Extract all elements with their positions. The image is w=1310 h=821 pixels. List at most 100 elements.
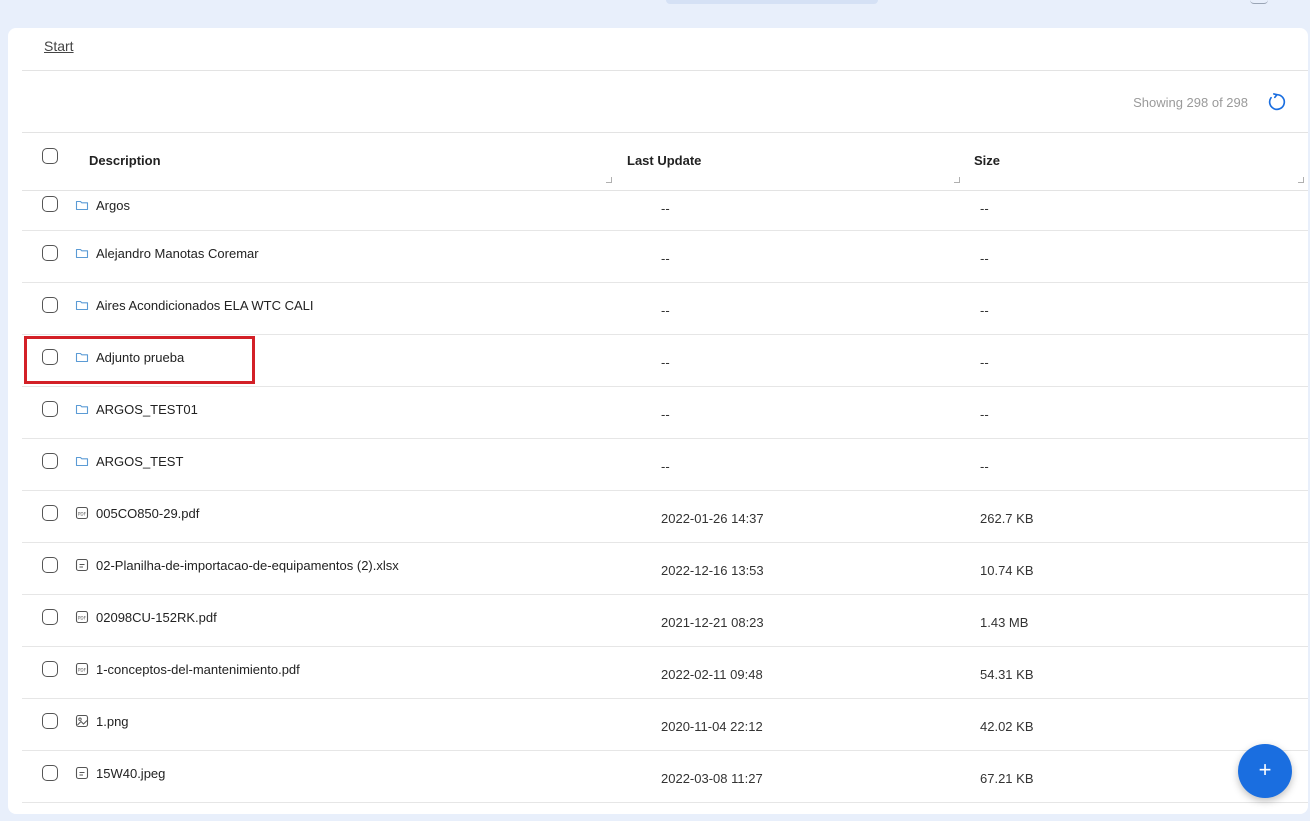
row-name-cell[interactable]: 02-Planilha-de-importacao-de-equipamento… xyxy=(75,556,399,574)
pdf-file-icon: PDF xyxy=(75,506,89,520)
divider xyxy=(22,70,1308,71)
row-checkbox[interactable] xyxy=(42,661,58,677)
top-corner xyxy=(1250,0,1268,4)
row-checkbox[interactable] xyxy=(42,505,58,521)
row-size: -- xyxy=(980,303,989,318)
row-last-update: 2020-11-04 22:12 xyxy=(661,719,763,734)
row-checkbox[interactable] xyxy=(42,297,58,313)
breadcrumb-start[interactable]: Start xyxy=(44,38,74,58)
row-name-cell[interactable]: PDF 1-conceptos-del-mantenimiento.pdf xyxy=(75,660,300,678)
row-name-cell[interactable]: PDF 005CO850-29.pdf xyxy=(75,504,199,522)
table-body: Argos -- -- Alejandro Manotas Coremar -- -- Ai… xyxy=(22,191,1308,803)
folder-icon xyxy=(75,198,89,212)
document-file-icon xyxy=(75,558,89,572)
row-checkbox[interactable] xyxy=(42,765,58,781)
item-count: Showing 298 of 298 xyxy=(1133,94,1248,110)
row-name: Aires Acondicionados ELA WTC CALI xyxy=(96,297,314,313)
table-row[interactable]: ARGOS_TEST01 -- -- xyxy=(22,387,1308,439)
row-name: Alejandro Manotas Coremar xyxy=(96,245,259,261)
row-name-cell[interactable]: PDF 02098CU-152RK.pdf xyxy=(75,608,217,626)
column-resize-handle[interactable] xyxy=(606,177,612,183)
row-size: 1.43 MB xyxy=(980,615,1029,630)
column-description[interactable]: Description xyxy=(89,153,161,168)
table-row[interactable]: Alejandro Manotas Coremar -- -- xyxy=(22,231,1308,283)
row-name-cell[interactable]: Argos xyxy=(75,196,130,214)
svg-text:PDF: PDF xyxy=(78,512,87,517)
row-size: -- xyxy=(980,407,989,422)
table-row[interactable]: Aires Acondicionados ELA WTC CALI -- -- xyxy=(22,283,1308,335)
table-row[interactable]: 15W40.jpeg 2022-03-08 11:27 67.21 KB xyxy=(22,751,1308,803)
row-last-update: 2022-12-16 13:53 xyxy=(661,563,764,578)
row-name: 02098CU-152RK.pdf xyxy=(96,609,217,625)
column-resize-handle[interactable] xyxy=(1298,177,1304,183)
table-row[interactable]: 02-Planilha-de-importacao-de-equipamento… xyxy=(22,543,1308,595)
add-button[interactable]: + xyxy=(1238,744,1292,798)
select-all-checkbox[interactable] xyxy=(42,148,58,164)
row-checkbox[interactable] xyxy=(42,609,58,625)
row-last-update: -- xyxy=(661,201,670,216)
row-size: 262.7 KB xyxy=(980,511,1034,526)
row-checkbox[interactable] xyxy=(42,349,58,365)
row-name: 005CO850-29.pdf xyxy=(96,505,200,521)
row-size: 54.31 KB xyxy=(980,667,1034,682)
row-last-update: 2022-01-26 14:37 xyxy=(661,511,764,526)
row-name-cell[interactable]: ARGOS_TEST xyxy=(75,452,183,470)
row-name: 15W40.jpeg xyxy=(96,765,166,781)
row-last-update: -- xyxy=(661,303,670,318)
row-name: Adjunto prueba xyxy=(96,349,185,365)
table-row[interactable]: 1.png 2020-11-04 22:12 42.02 KB xyxy=(22,699,1308,751)
folder-icon xyxy=(75,402,89,416)
row-size: 67.21 KB xyxy=(980,771,1034,786)
table-row[interactable]: PDF 1-conceptos-del-mantenimiento.pdf 2022… xyxy=(22,647,1308,699)
folder-icon xyxy=(75,298,89,312)
row-name: ARGOS_TEST xyxy=(96,453,184,469)
table-row[interactable]: Adjunto prueba -- -- xyxy=(22,335,1308,387)
row-checkbox[interactable] xyxy=(42,713,58,729)
table-header: Description Last Update Size xyxy=(22,133,1308,191)
folder-icon xyxy=(75,454,89,468)
row-checkbox[interactable] xyxy=(42,401,58,417)
row-checkbox[interactable] xyxy=(42,453,58,469)
row-name: 1.png xyxy=(96,713,129,729)
pdf-file-icon: PDF xyxy=(75,610,89,624)
svg-text:PDF: PDF xyxy=(78,616,87,621)
count-bar: Showing 298 of 298 xyxy=(1133,90,1288,114)
row-checkbox[interactable] xyxy=(42,557,58,573)
row-name: 1-conceptos-del-mantenimiento.pdf xyxy=(96,661,300,677)
row-last-update: -- xyxy=(661,459,670,474)
row-name: ARGOS_TEST01 xyxy=(96,401,198,417)
refresh-icon[interactable] xyxy=(1266,91,1288,113)
column-size[interactable]: Size xyxy=(974,153,1000,168)
document-file-icon xyxy=(75,766,89,780)
row-name-cell[interactable]: 1.png xyxy=(75,712,129,730)
row-checkbox[interactable] xyxy=(42,196,58,212)
row-name-cell[interactable]: ARGOS_TEST01 xyxy=(75,400,198,418)
row-name-cell[interactable]: 15W40.jpeg xyxy=(75,764,165,782)
svg-text:PDF: PDF xyxy=(78,668,87,673)
row-name: Argos xyxy=(96,197,130,213)
folder-icon xyxy=(75,246,89,260)
pdf-file-icon: PDF xyxy=(75,662,89,676)
column-last-update[interactable]: Last Update xyxy=(627,153,701,168)
row-size: -- xyxy=(980,251,989,266)
row-checkbox[interactable] xyxy=(42,245,58,261)
row-name-cell[interactable]: Aires Acondicionados ELA WTC CALI xyxy=(75,296,314,314)
table-row[interactable]: Argos -- -- xyxy=(22,191,1308,231)
row-size: 42.02 KB xyxy=(980,719,1034,734)
row-size: -- xyxy=(980,459,989,474)
table-row[interactable]: PDF 02098CU-152RK.pdf 2021-12-21 08:23 1.43… xyxy=(22,595,1308,647)
row-last-update: -- xyxy=(661,355,670,370)
row-last-update: -- xyxy=(661,407,670,422)
top-strip xyxy=(0,0,1310,12)
table-row[interactable]: PDF 005CO850-29.pdf 2022-01-26 14:37 262.7 … xyxy=(22,491,1308,543)
row-last-update: 2022-02-11 09:48 xyxy=(661,667,763,682)
column-resize-handle[interactable] xyxy=(954,177,960,183)
image-file-icon xyxy=(75,714,89,728)
top-tab[interactable] xyxy=(666,0,878,4)
row-size: -- xyxy=(980,201,989,216)
table-row[interactable]: ARGOS_TEST -- -- xyxy=(22,439,1308,491)
folder-icon xyxy=(75,350,89,364)
row-last-update: 2022-03-08 11:27 xyxy=(661,771,763,786)
row-name-cell[interactable]: Alejandro Manotas Coremar xyxy=(75,244,259,262)
row-name-cell[interactable]: Adjunto prueba xyxy=(75,348,184,366)
